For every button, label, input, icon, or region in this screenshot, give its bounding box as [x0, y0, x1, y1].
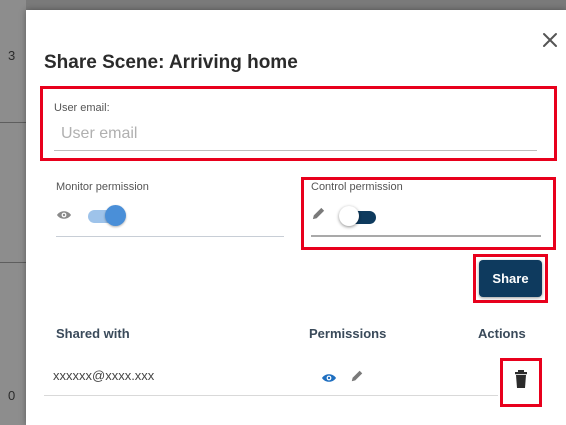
eye-icon: [57, 211, 71, 219]
toggle-knob: [105, 205, 126, 226]
permissions-header: Permissions: [309, 326, 387, 341]
monitor-permission-label: Monitor permission: [56, 181, 149, 193]
shared-with-header: Shared with: [56, 326, 130, 341]
control-permission-label: Control permission: [311, 181, 403, 193]
email-input[interactable]: [61, 123, 531, 145]
email-label: User email:: [54, 102, 110, 114]
shared-email: xxxxxx@xxxx.xxx: [53, 368, 155, 383]
dialog-title: Share Scene: Arriving home: [44, 52, 298, 73]
toggle-knob: [339, 206, 359, 226]
backdrop-text: 0: [8, 388, 16, 403]
backdrop-divider: [0, 122, 26, 123]
close-icon[interactable]: [540, 30, 560, 50]
backdrop-divider: [0, 262, 26, 263]
backdrop: 3 0: [0, 0, 26, 425]
email-underline: [54, 150, 537, 151]
row-divider: [44, 395, 498, 396]
share-scene-dialog: Share Scene: Arriving home User email: M…: [26, 10, 566, 425]
eye-icon: [322, 374, 336, 382]
backdrop-text: 3: [8, 48, 16, 63]
pencil-icon: [312, 207, 325, 220]
share-button[interactable]: Share: [479, 260, 542, 297]
pencil-icon: [351, 370, 363, 382]
monitor-underline: [56, 236, 284, 237]
actions-header: Actions: [478, 326, 526, 341]
control-underline: [311, 235, 541, 237]
trash-icon[interactable]: [514, 370, 528, 388]
